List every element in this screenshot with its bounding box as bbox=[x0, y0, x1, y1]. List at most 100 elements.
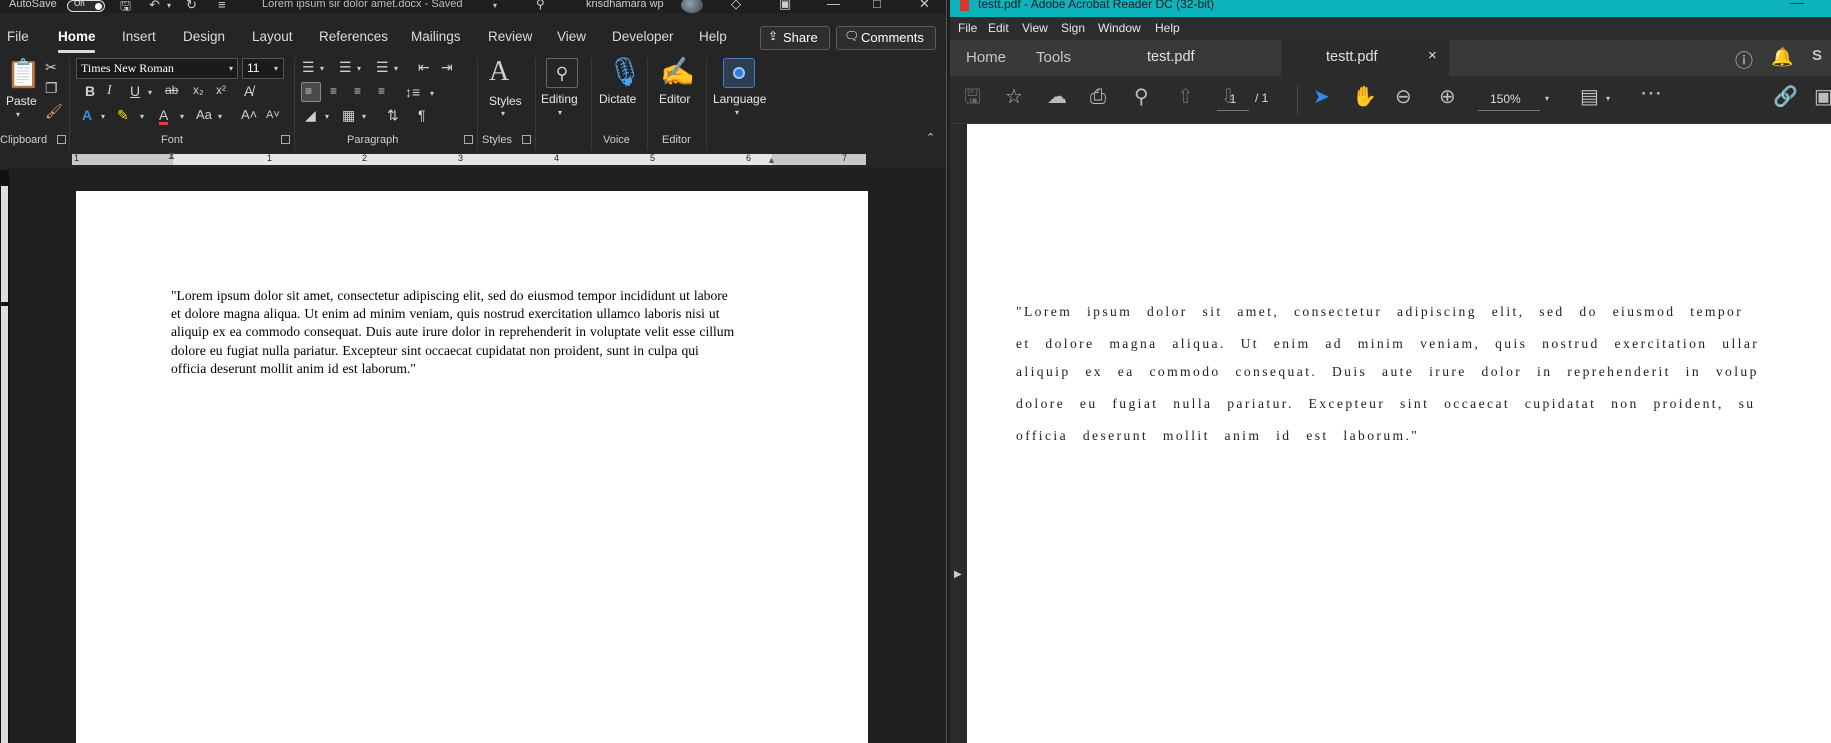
styles-launcher-icon[interactable] bbox=[522, 135, 531, 144]
pdf-page[interactable]: "Lorem ipsum dolor sit amet, consectetur… bbox=[967, 124, 1831, 743]
search-icon[interactable]: ⚲ bbox=[536, 0, 545, 11]
bullets-dropdown-icon[interactable]: ▾ bbox=[320, 64, 324, 73]
font-color-dropdown-icon[interactable]: ▾ bbox=[180, 112, 184, 121]
tab-design[interactable]: Design bbox=[183, 29, 225, 44]
editor-icon[interactable]: ✍ bbox=[660, 58, 695, 86]
microphone-icon[interactable]: 🎙 bbox=[607, 58, 643, 86]
styles-icon[interactable]: A bbox=[489, 58, 509, 86]
menu-view[interactable]: View bbox=[1022, 21, 1048, 35]
superscript-icon[interactable]: x² bbox=[216, 84, 226, 96]
tab-view[interactable]: View bbox=[557, 29, 586, 44]
share-button[interactable]: ⇪ Share bbox=[760, 26, 830, 50]
language-dropdown-icon[interactable]: ▾ bbox=[735, 108, 739, 117]
format-painter-icon[interactable]: 🖌 bbox=[45, 104, 63, 118]
change-case-icon[interactable]: Aa bbox=[196, 108, 212, 121]
language-icon[interactable] bbox=[723, 58, 755, 88]
tab-insert[interactable]: Insert bbox=[122, 29, 156, 44]
document-body[interactable]: "Lorem ipsum dolor sit amet, consectetur… bbox=[171, 287, 781, 378]
menu-edit[interactable]: Edit bbox=[988, 21, 1009, 35]
tab-home[interactable]: Home bbox=[966, 49, 1006, 66]
save-icon[interactable]: 🖫 bbox=[120, 0, 131, 19]
notifications-icon[interactable]: 🔔 bbox=[1771, 47, 1793, 68]
highlight-icon[interactable]: ✎ bbox=[117, 108, 129, 122]
page-view-dropdown-icon[interactable]: ▾ bbox=[1606, 94, 1610, 103]
sign-in-icon[interactable]: S bbox=[1812, 47, 1822, 64]
collapse-ribbon-icon[interactable]: ⌃ bbox=[926, 133, 935, 144]
menu-help[interactable]: Help bbox=[1155, 21, 1180, 35]
save-icon[interactable]: 🖫 bbox=[964, 87, 981, 107]
clipboard-launcher-icon[interactable] bbox=[57, 135, 66, 144]
share-link-icon[interactable]: 🔗 bbox=[1773, 87, 1798, 107]
minimize-icon[interactable]: — bbox=[1790, 0, 1804, 10]
tab-references[interactable]: References bbox=[319, 29, 388, 44]
editing-label[interactable]: Editing bbox=[541, 92, 578, 106]
menu-sign[interactable]: Sign bbox=[1061, 21, 1085, 35]
highlight-dropdown-icon[interactable]: ▾ bbox=[140, 112, 144, 121]
strikethrough-icon[interactable]: ab bbox=[165, 84, 178, 96]
zoom-in-icon[interactable]: ⊕ bbox=[1439, 87, 1456, 107]
zoom-select[interactable]: 150% bbox=[1478, 89, 1540, 111]
avatar[interactable] bbox=[681, 0, 703, 13]
pdf-body[interactable]: "Lorem ipsum dolor sit amet, consectetur… bbox=[1016, 296, 1831, 452]
editor-label[interactable]: Editor bbox=[659, 92, 690, 106]
styles-label[interactable]: Styles bbox=[489, 94, 522, 108]
numbering-icon[interactable]: ☰ bbox=[339, 60, 352, 74]
font-launcher-icon[interactable] bbox=[281, 135, 290, 144]
shrink-font-icon[interactable]: A˅ bbox=[266, 110, 280, 121]
paste-label[interactable]: Paste bbox=[6, 94, 37, 108]
paste-dropdown-icon[interactable]: ▾ bbox=[16, 110, 20, 119]
close-tab-icon[interactable]: × bbox=[1428, 47, 1437, 64]
hand-tool-icon[interactable]: ✋ bbox=[1352, 87, 1377, 107]
menu-window[interactable]: Window bbox=[1098, 21, 1141, 35]
tab-tools[interactable]: Tools bbox=[1036, 49, 1071, 66]
text-effects-icon[interactable]: A bbox=[82, 108, 92, 122]
align-center-icon[interactable]: ≡ bbox=[330, 85, 337, 97]
bold-icon[interactable]: B bbox=[85, 84, 95, 98]
paragraph-launcher-icon[interactable] bbox=[464, 135, 473, 144]
dictate-label[interactable]: Dictate bbox=[599, 92, 636, 106]
previous-page-icon[interactable]: ⇧ bbox=[1177, 87, 1194, 107]
maximize-icon[interactable]: □ bbox=[873, 0, 881, 11]
close-icon[interactable]: ✕ bbox=[919, 0, 930, 12]
upload-cloud-icon[interactable]: ☁ bbox=[1047, 87, 1067, 107]
tab-developer[interactable]: Developer bbox=[612, 29, 674, 44]
panel-toggle-icon[interactable]: ▣ bbox=[1814, 87, 1831, 107]
decrease-indent-icon[interactable]: ⇤ bbox=[418, 60, 430, 74]
zoom-dropdown-icon[interactable]: ▾ bbox=[1545, 94, 1549, 103]
paste-icon[interactable]: 📋 bbox=[6, 60, 41, 88]
tab-mailings[interactable]: Mailings bbox=[411, 29, 461, 44]
ruler-bar[interactable]: 1 1 2 3 4 5 6 7 ⧗ ▲ bbox=[72, 151, 866, 165]
editing-icon[interactable]: ⚲ bbox=[546, 58, 578, 88]
undo-dropdown-icon[interactable]: ▾ bbox=[167, 1, 171, 10]
font-size-dropdown-icon[interactable]: ▾ bbox=[274, 64, 278, 73]
zoom-out-icon[interactable]: ⊖ bbox=[1395, 87, 1412, 107]
more-tools-icon[interactable]: ⋯ bbox=[1640, 82, 1662, 104]
underline-icon[interactable]: U bbox=[130, 84, 140, 98]
doc-tab-test[interactable]: test.pdf bbox=[1100, 40, 1230, 76]
autosave-toggle[interactable]: On bbox=[67, 0, 105, 12]
tab-help[interactable]: Help bbox=[699, 29, 727, 44]
user-name[interactable]: krisdhamara wp bbox=[586, 0, 664, 10]
italic-icon[interactable]: I bbox=[107, 84, 112, 98]
indent-marker-icon[interactable]: ⧗ bbox=[168, 151, 175, 162]
title-dropdown-icon[interactable]: ▾ bbox=[493, 1, 497, 10]
clear-formatting-icon[interactable]: A̸ bbox=[244, 84, 253, 98]
right-indent-marker-icon[interactable]: ▲ bbox=[767, 155, 776, 165]
tab-review[interactable]: Review bbox=[488, 29, 532, 44]
select-cursor-icon[interactable]: ➤ bbox=[1313, 87, 1330, 107]
shading-dropdown-icon[interactable]: ▾ bbox=[325, 112, 329, 121]
sort-icon[interactable]: ⇅ bbox=[387, 108, 399, 122]
vertical-ruler-body[interactable] bbox=[1, 306, 8, 743]
multilevel-dropdown-icon[interactable]: ▾ bbox=[394, 64, 398, 73]
menu-file[interactable]: File bbox=[958, 21, 977, 35]
font-name-select[interactable]: Times New Roman bbox=[76, 58, 238, 79]
multilevel-list-icon[interactable]: ☰ bbox=[376, 60, 389, 74]
borders-icon[interactable]: ▦ bbox=[342, 108, 355, 122]
line-spacing-icon[interactable]: ↕≡ bbox=[405, 85, 420, 99]
redo-icon[interactable]: ↻ bbox=[186, 0, 197, 13]
star-icon[interactable]: ☆ bbox=[1005, 87, 1023, 107]
document-page[interactable]: "Lorem ipsum dolor sit amet, consectetur… bbox=[76, 191, 868, 743]
bullets-icon[interactable]: ☰ bbox=[302, 60, 315, 74]
shading-icon[interactable]: ◢ bbox=[305, 108, 316, 122]
search-icon[interactable]: ⚲ bbox=[1134, 87, 1149, 107]
